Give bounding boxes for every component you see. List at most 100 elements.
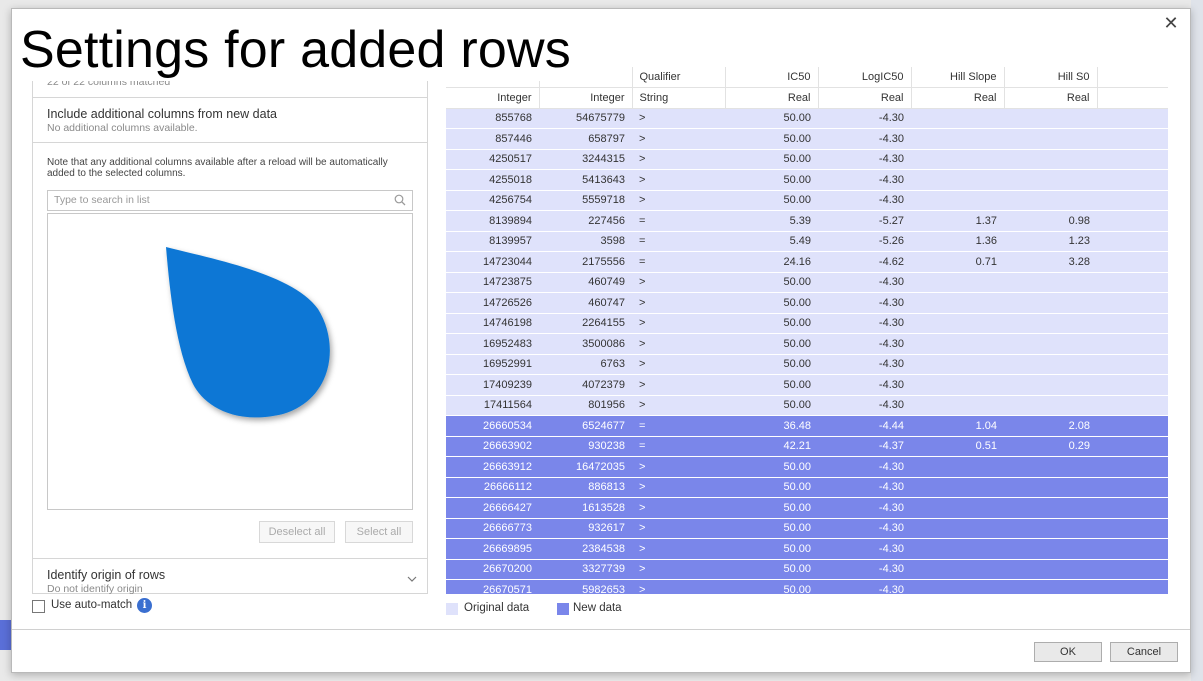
table-row-original[interactable]: 14723875 460749 >50.00 -4.30 <box>446 272 1168 293</box>
table-cell: 26666773 <box>446 518 539 539</box>
table-cell: 2264155 <box>539 313 632 334</box>
table-cell: 14723044 <box>446 251 539 273</box>
include-columns-section[interactable]: Include additional columns from new data… <box>33 98 427 143</box>
table-cell: 4250517 <box>446 149 539 170</box>
table-cell <box>1004 272 1097 293</box>
table-row-original[interactable]: 14746198 2264155 >50.00 -4.30 <box>446 313 1168 334</box>
table-cell: 50.00 <box>725 169 818 191</box>
column-type: String <box>632 87 726 109</box>
table-cell <box>911 497 1004 519</box>
table-cell: 50.00 <box>725 292 818 314</box>
table-cell: -4.30 <box>818 190 911 211</box>
legend-new-label: New data <box>573 602 622 614</box>
table-cell <box>1004 395 1097 416</box>
table-cell: -4.30 <box>818 477 911 498</box>
table-row-original[interactable]: 4250517 3244315 >50.00 -4.30 <box>446 149 1168 170</box>
auto-match-checkbox[interactable] <box>32 600 45 613</box>
column-header[interactable]: Hill S <box>1097 67 1168 88</box>
cancel-button[interactable]: Cancel <box>1110 642 1178 662</box>
table-cell: 26666112 <box>446 477 539 498</box>
table-row-original[interactable]: 4255018 5413643 >50.00 -4.30 <box>446 169 1168 191</box>
table-row-original[interactable]: 16952991 6763 >50.00 -4.30 <box>446 354 1168 375</box>
table-row-new[interactable]: 26666427 1613528 >50.00 -4.30 <box>446 497 1168 519</box>
table-cell <box>1004 538 1097 560</box>
table-cell: -5.27 <box>818 210 911 232</box>
table-cell: = <box>632 231 725 252</box>
table-cell: > <box>632 108 725 129</box>
identify-origin-subtitle: Do not identify origin <box>47 583 143 595</box>
table-cell <box>911 333 1004 355</box>
table-cell: 26660534 <box>446 415 539 437</box>
table-row-new[interactable]: 26669895 2384538 >50.00 -4.30 <box>446 538 1168 560</box>
column-header[interactable]: Qualifier <box>632 67 726 88</box>
table-row-new[interactable]: 26670571 5982653 >50.00 -4.30 <box>446 579 1168 594</box>
table-cell: 857446 <box>446 128 539 150</box>
table-cell: 50.00 <box>725 374 818 396</box>
select-all-button[interactable]: Select all <box>345 521 413 543</box>
table-row-new[interactable]: 26663902930238=42.21-4.370.510.2978 <box>446 436 1168 457</box>
table-row-original[interactable]: 81399573598=5.49-5.261.361.23118 <box>446 231 1168 252</box>
table-cell: = <box>632 415 725 437</box>
table-cell: 5.39 <box>725 210 818 232</box>
info-icon[interactable]: i <box>137 598 152 613</box>
table-cell: 932617 <box>539 518 632 539</box>
table-row-original[interactable]: 4256754 5559718 >50.00 -4.30 <box>446 190 1168 211</box>
table-cell <box>1004 292 1097 314</box>
chevron-down-icon[interactable] <box>407 571 417 585</box>
table-cell <box>911 190 1004 211</box>
table-cell: -4.37 <box>818 436 911 457</box>
table-row-original[interactable]: 17411564 801956 >50.00 -4.30 <box>446 395 1168 416</box>
data-preview-table[interactable]: SIDCIDQualifierIC50LogIC50Hill SlopeHill… <box>446 67 1168 594</box>
table-cell: -5.26 <box>818 231 911 252</box>
table-cell <box>911 354 1004 375</box>
table-cell: -4.30 <box>818 354 911 375</box>
table-cell <box>1097 497 1168 519</box>
column-search-input[interactable]: Type to search in list <box>47 190 413 211</box>
column-header[interactable]: Hill S0 <box>1004 67 1098 88</box>
column-header[interactable]: LogIC50 <box>818 67 912 88</box>
table-cell: 930238 <box>539 436 632 457</box>
column-header[interactable]: IC50 <box>725 67 819 88</box>
table-row-new[interactable]: 26666112 886813 >50.00 -4.30 <box>446 477 1168 498</box>
table-cell: -4.30 <box>818 272 911 293</box>
table-row-original[interactable]: 147230442175556=24.16-4.620.713.2855 <box>446 251 1168 273</box>
deselect-all-button[interactable]: Deselect all <box>259 521 335 543</box>
table-cell: 14726526 <box>446 292 539 314</box>
column-list[interactable] <box>47 213 413 510</box>
table-cell <box>911 128 1004 150</box>
table-cell: 4255018 <box>446 169 539 191</box>
table-row-original[interactable]: 16952483 3500086 >50.00 -4.30 <box>446 333 1168 355</box>
reload-note: Note that any additional columns availab… <box>47 157 388 179</box>
table-row-original[interactable]: 17409239 4072379 >50.00 -4.30 <box>446 374 1168 396</box>
table-row-new[interactable]: 26663912 16472035 >50.00 -4.30 <box>446 456 1168 478</box>
legend-new-swatch <box>557 603 569 615</box>
table-cell <box>911 538 1004 560</box>
table-row-original[interactable]: 857446 658797 >50.00 -4.30 <box>446 128 1168 150</box>
table-cell: 4072379 <box>539 374 632 396</box>
table-row-original[interactable]: 8139894227456=5.39-5.271.370.9890 <box>446 210 1168 232</box>
table-cell: -4.30 <box>818 579 911 594</box>
table-cell: -4.30 <box>818 497 911 519</box>
table-row-original[interactable]: 14726526 460747 >50.00 -4.30 <box>446 292 1168 314</box>
table-cell <box>1004 108 1097 129</box>
table-row-original[interactable]: 855768 54675779 >50.00 -4.30 <box>446 108 1168 129</box>
table-cell: 50.00 <box>725 128 818 150</box>
table-cell: 36.48 <box>725 415 818 437</box>
table-row-new[interactable]: 26670200 3327739 >50.00 -4.30 <box>446 559 1168 580</box>
legend-original-label: Original data <box>464 602 530 614</box>
table-cell: > <box>632 538 725 560</box>
table-row-new[interactable]: 266605346524677=36.48-4.441.042.0861 <box>446 415 1168 437</box>
table-cell: > <box>632 169 725 191</box>
table-cell <box>911 313 1004 334</box>
table-cell <box>911 149 1004 170</box>
close-icon[interactable]: ✕ <box>1162 14 1180 32</box>
column-header[interactable]: Hill Slope <box>911 67 1005 88</box>
identify-origin-section[interactable]: Identify origin of rows Do not identify … <box>33 558 427 595</box>
table-row-new[interactable]: 26666773 932617 >50.00 -4.30 <box>446 518 1168 539</box>
table-cell <box>1097 190 1168 211</box>
table-cell: 50.00 <box>725 456 818 478</box>
column-type: R <box>1097 87 1168 109</box>
table-cell <box>1004 169 1097 191</box>
ok-button[interactable]: OK <box>1034 642 1102 662</box>
table-cell <box>1004 374 1097 396</box>
